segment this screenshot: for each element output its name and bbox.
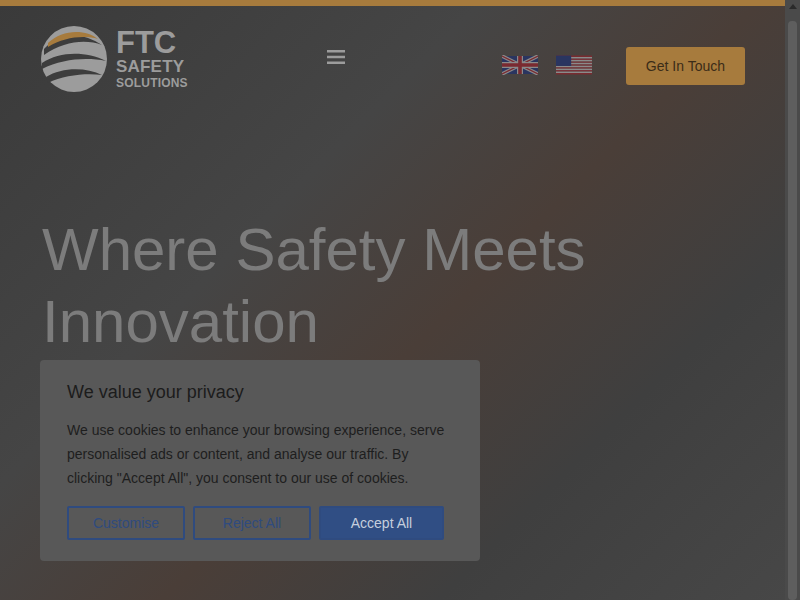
hamburger-menu-icon <box>327 50 345 64</box>
top-accent-bar <box>0 0 785 6</box>
hero: Where Safety Meets Innovation <box>0 110 785 358</box>
menu-button[interactable] <box>326 47 346 67</box>
page: FTCSAFETYSOLUTIONS Get In Touch Where Safe… <box>0 0 800 600</box>
uk-flag-icon[interactable] <box>502 55 538 75</box>
logo-line: SAFETY <box>116 58 188 76</box>
logo-globe-icon <box>40 25 108 93</box>
cookie-title: We value your privacy <box>67 380 453 404</box>
cookie-button[interactable]: Reject All <box>193 506 311 540</box>
scroll-up-icon[interactable] <box>789 4 797 9</box>
cookie-banner: We value your privacy We use cookies to e… <box>40 360 480 561</box>
cookie-buttons: CustomiseReject AllAccept All <box>67 506 453 540</box>
scroll-thumb[interactable] <box>788 21 797 600</box>
hero-title: Where Safety Meets Innovation <box>42 214 642 358</box>
language-flags <box>502 55 592 75</box>
cookie-text: We use cookies to enhance your browsing … <box>67 418 453 490</box>
us-flag-icon[interactable] <box>556 55 592 75</box>
cookie-button[interactable]: Accept All <box>319 506 444 540</box>
logo-text: FTCSAFETYSOLUTIONS <box>116 28 188 90</box>
logo-line: FTC <box>116 28 188 58</box>
scrollbar[interactable] <box>785 0 800 600</box>
cookie-button[interactable]: Customise <box>67 506 185 540</box>
site-header: FTCSAFETYSOLUTIONS Get In Touch <box>0 6 785 110</box>
logo-line: SOLUTIONS <box>116 76 188 90</box>
get-in-touch-button[interactable]: Get In Touch <box>626 47 745 85</box>
logo[interactable]: FTCSAFETYSOLUTIONS <box>40 25 188 93</box>
